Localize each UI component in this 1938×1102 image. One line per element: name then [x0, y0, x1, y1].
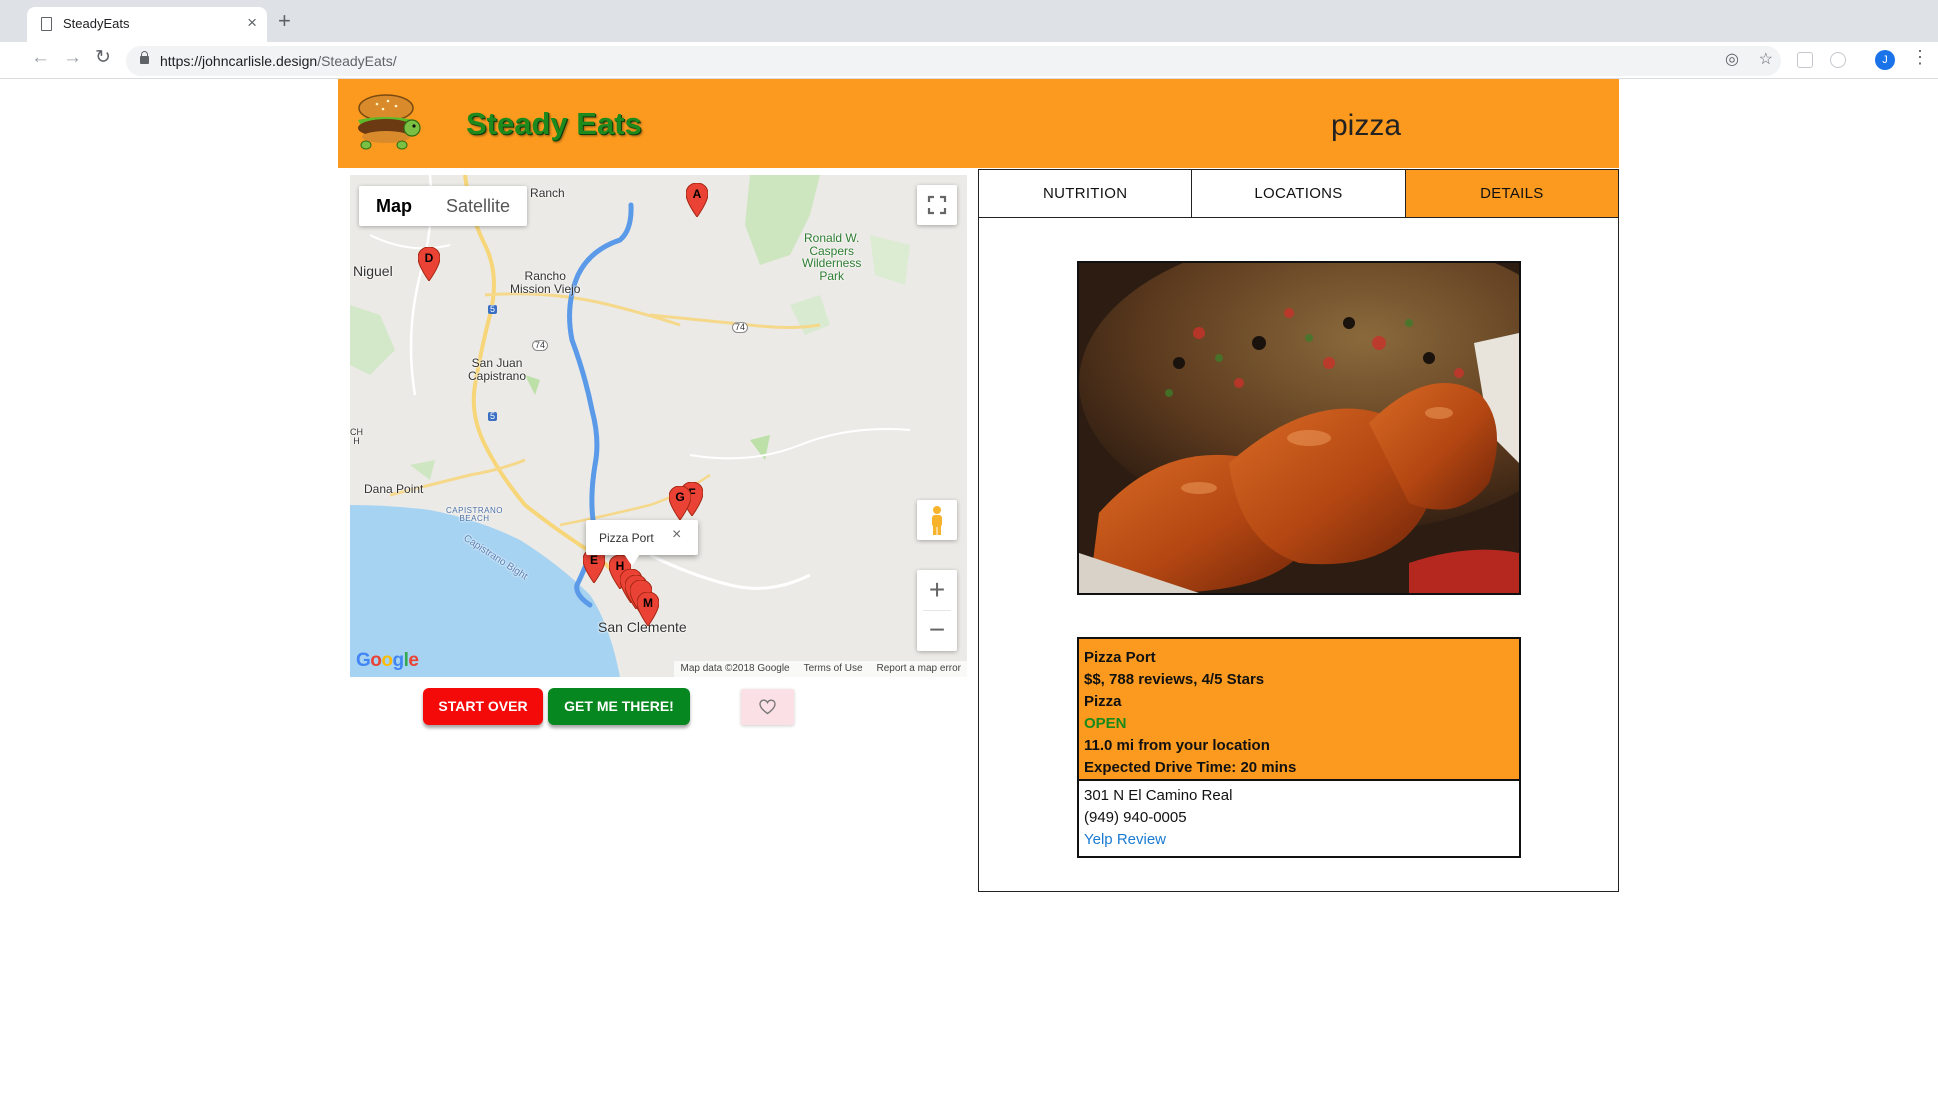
map-label-rancho-mission-viejo: Rancho Mission Viejo: [510, 269, 581, 296]
yelp-review-link[interactable]: Yelp Review: [1084, 829, 1232, 851]
fullscreen-icon: [927, 195, 947, 215]
restaurant-distance: 11.0 mi from your location: [1084, 737, 1270, 754]
app-header: Steady Eats pizza: [338, 79, 1619, 168]
map-label-ronald-caspers: Ronald W. Caspers Wilderness Park: [802, 231, 862, 283]
map-type-map-button[interactable]: Map: [359, 186, 429, 226]
restaurant-phone: (949) 940-0005: [1084, 809, 1187, 826]
map-label-dana-point: Dana Point: [364, 482, 424, 496]
status-badge: OPEN: [1084, 715, 1127, 732]
back-arrow-icon[interactable]: ←: [31, 48, 50, 67]
map-label-san-juan-capistrano: San Juan Capistrano: [468, 356, 527, 383]
location-target-icon[interactable]: ◎: [1725, 52, 1739, 68]
map-label-capistrano-beach: CAPISTRANO BEACH: [446, 506, 504, 524]
forward-arrow-icon[interactable]: →: [63, 48, 82, 67]
lock-icon: [140, 51, 149, 64]
map-attribution: Map data ©2018 Google Terms of Use Repor…: [674, 661, 967, 677]
new-tab-icon[interactable]: +: [278, 10, 291, 32]
extension-icon[interactable]: [1797, 52, 1813, 68]
search-term: pizza: [1331, 109, 1402, 142]
tab-locations[interactable]: LOCATIONS: [1192, 170, 1406, 217]
start-over-button[interactable]: START OVER: [423, 688, 543, 725]
get-me-there-button[interactable]: GET ME THERE!: [548, 688, 690, 725]
browser-tab[interactable]: SteadyEats ×: [27, 7, 267, 42]
reload-icon[interactable]: ↻: [95, 48, 111, 67]
zoom-out-button[interactable]: −: [917, 611, 957, 651]
map-info-window[interactable]: Pizza Port ×: [586, 520, 698, 566]
restaurant-rating: $$, 788 reviews, 4/5 Stars: [1084, 671, 1265, 688]
zoom-in-button[interactable]: +: [917, 570, 957, 610]
restaurant-photo: [1077, 261, 1521, 595]
restaurant-category: Pizza: [1084, 693, 1122, 710]
fullscreen-button[interactable]: [917, 185, 957, 225]
details-panel: NUTRITION LOCATIONS DETAILS Pizza Port $…: [978, 169, 1619, 892]
browser-toolbar: ← → ↻ https://johncarlisle.design/Steady…: [0, 42, 1938, 79]
map-type-control: Map Satellite: [359, 186, 528, 226]
highway-74-shield: 74: [732, 322, 749, 334]
turtle-burger-logo-icon: [358, 94, 421, 150]
more-menu-icon[interactable]: ⋮: [1911, 48, 1929, 66]
info-window-title: Pizza Port: [599, 531, 654, 545]
map-marker-m[interactable]: M: [636, 591, 660, 627]
tab-details[interactable]: DETAILS: [1405, 170, 1618, 217]
map-label-edge: CH H: [350, 427, 363, 447]
heart-icon: [759, 699, 776, 715]
pegman-icon: [932, 506, 942, 535]
browser-tabstrip: SteadyEats × +: [0, 0, 1938, 42]
extension-icon[interactable]: [1830, 52, 1846, 68]
map-type-satellite-button[interactable]: Satellite: [429, 186, 527, 226]
panel-tabs: NUTRITION LOCATIONS DETAILS: [979, 170, 1618, 218]
restaurant-details: Pizza Port $$, 788 reviews, 4/5 Stars Pi…: [1077, 637, 1521, 858]
map-marker-d[interactable]: D: [417, 246, 441, 282]
app-title: Steady Eats: [466, 106, 642, 141]
tab-nutrition[interactable]: NUTRITION: [979, 170, 1193, 217]
interstate-5-shield: 5: [488, 411, 498, 422]
map-marker-a[interactable]: A: [685, 182, 709, 218]
street-view-button[interactable]: [917, 500, 957, 540]
restaurant-name: Pizza Port: [1084, 649, 1156, 666]
close-icon[interactable]: ×: [247, 14, 257, 31]
page-icon: [41, 17, 52, 31]
report-map-error-link[interactable]: Report a map error: [877, 661, 961, 677]
close-icon[interactable]: ×: [672, 527, 681, 543]
bookmark-star-icon[interactable]: ☆: [1759, 52, 1773, 68]
zoom-control: + −: [917, 570, 957, 651]
map[interactable]: adera Ranch Niguel Rancho Mission Viejo …: [350, 175, 967, 677]
avatar[interactable]: J: [1875, 50, 1895, 70]
map-marker-g[interactable]: G: [668, 485, 692, 521]
google-logo: Google: [356, 650, 419, 671]
restaurant-summary: Pizza Port $$, 788 reviews, 4/5 Stars Pi…: [1079, 639, 1519, 781]
restaurant-contact: 301 N El Camino Real (949) 940-0005 Yelp…: [1084, 785, 1232, 851]
food-photo-image: [1079, 263, 1519, 593]
restaurant-drive-time: Expected Drive Time: 20 mins: [1084, 759, 1297, 776]
restaurant-address: 301 N El Camino Real: [1084, 787, 1233, 804]
map-label-niguel: Niguel: [353, 263, 393, 279]
interstate-5-shield: 5: [488, 304, 498, 315]
terms-of-use-link[interactable]: Terms of Use: [804, 661, 863, 677]
url-text: https://johncarlisle.design/SteadyEats/: [160, 53, 397, 69]
map-data-attribution: Map data ©2018 Google: [680, 663, 790, 674]
tab-title: SteadyEats: [63, 16, 130, 31]
highway-74-shield: 74: [532, 340, 549, 352]
address-bar[interactable]: https://johncarlisle.design/SteadyEats/ …: [126, 46, 1781, 76]
favorite-button[interactable]: [741, 689, 794, 725]
